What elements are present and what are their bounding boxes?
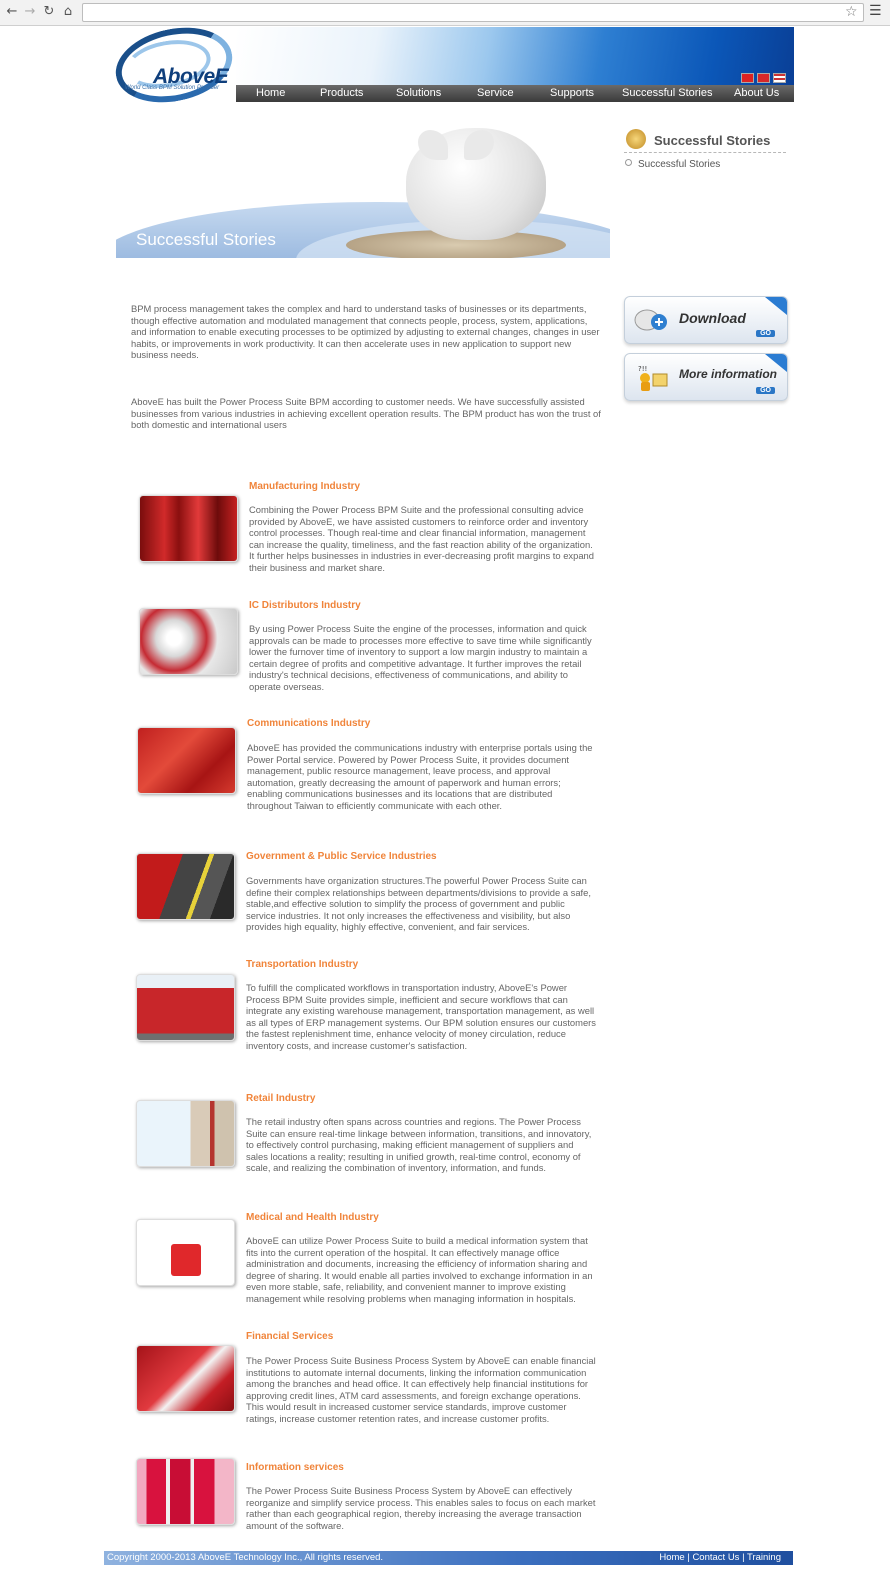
intro-paragraph-2: AboveE has built the Power Process Suite… bbox=[131, 396, 601, 430]
industry-text-transportation: To fulfill the complicated workflows in … bbox=[246, 982, 596, 1051]
download-disc-icon bbox=[634, 309, 667, 331]
retail-thumbnail bbox=[136, 1100, 235, 1167]
industry-title-retail[interactable]: Retail Industry bbox=[246, 1093, 315, 1104]
back-arrow-icon[interactable]: ← bbox=[4, 4, 20, 20]
sidebar-header: Successful Stories bbox=[624, 128, 786, 153]
industry-title-medical[interactable]: Medical and Health Industry bbox=[246, 1212, 379, 1223]
communications-thumbnail bbox=[137, 727, 236, 794]
forward-arrow-icon[interactable]: → bbox=[22, 4, 38, 20]
sidebar-title: Successful Stories bbox=[654, 133, 771, 148]
manufacturing-thumbnail bbox=[139, 495, 238, 562]
piggy-ear-left bbox=[418, 130, 448, 160]
home-icon[interactable]: ⌂ bbox=[60, 4, 76, 20]
sidebar-link-successful-stories[interactable]: Successful Stories bbox=[625, 159, 720, 170]
hamburger-menu-icon[interactable]: ☰ bbox=[869, 3, 882, 19]
person-question-icon: ?!! bbox=[638, 365, 668, 391]
sidebar-link-label: Successful Stories bbox=[638, 159, 721, 170]
bullet-icon bbox=[625, 159, 632, 166]
industry-text-government: Governments have organization structures… bbox=[246, 875, 591, 932]
industry-title-ic-distributors[interactable]: IC Distributors Industry bbox=[249, 600, 361, 611]
more-information-label: More information bbox=[679, 367, 777, 381]
industry-title-information-services[interactable]: Information services bbox=[246, 1462, 344, 1473]
nav-successful-stories[interactable]: Successful Stories bbox=[622, 85, 712, 102]
industry-text-communications: AboveE has provided the communications i… bbox=[247, 742, 593, 811]
financial-thumbnail bbox=[136, 1345, 235, 1412]
copyright-text: Copyright 2000-2013 AboveE Technology In… bbox=[107, 1552, 384, 1563]
industry-title-transportation[interactable]: Transportation Industry bbox=[246, 959, 358, 970]
information-services-thumbnail bbox=[136, 1458, 235, 1525]
red-bag-shape bbox=[171, 1244, 201, 1276]
piggy-ear-right bbox=[464, 130, 494, 160]
footer-links: Home | Contact Us | Training bbox=[659, 1552, 781, 1563]
flag-us-icon[interactable] bbox=[773, 73, 786, 83]
piggy-bank-image bbox=[406, 128, 546, 240]
flag-tw-icon[interactable] bbox=[741, 73, 754, 83]
main-nav: Home Products Solutions Service Supports… bbox=[236, 85, 794, 102]
svg-text:?!!: ?!! bbox=[638, 365, 647, 373]
language-flags bbox=[741, 73, 786, 83]
site-logo[interactable]: AboveE World Class BPM Solution Provider bbox=[108, 17, 240, 113]
more-information-button[interactable]: ?!! More information GO bbox=[624, 353, 788, 401]
download-label: Download bbox=[679, 310, 746, 326]
transportation-thumbnail bbox=[136, 974, 235, 1041]
industry-title-financial[interactable]: Financial Services bbox=[246, 1331, 333, 1342]
star-icon[interactable]: ☆ bbox=[845, 4, 858, 20]
government-thumbnail bbox=[136, 853, 235, 920]
browser-toolbar: ← → ↻ ⌂ ☆ ☰ bbox=[0, 0, 890, 26]
reload-icon[interactable]: ↻ bbox=[41, 4, 57, 20]
go-badge: GO bbox=[756, 387, 775, 394]
medical-thumbnail bbox=[136, 1219, 235, 1286]
footer-link-contact-us[interactable]: Contact Us bbox=[692, 1552, 739, 1563]
industry-title-government[interactable]: Government & Public Service Industries bbox=[246, 851, 437, 862]
footer-separator: | bbox=[742, 1552, 745, 1563]
industry-title-manufacturing[interactable]: Manufacturing Industry bbox=[249, 481, 360, 492]
footer-bar: Copyright 2000-2013 AboveE Technology In… bbox=[104, 1551, 793, 1565]
ic-distributors-thumbnail bbox=[139, 608, 238, 675]
coins-icon bbox=[626, 129, 646, 149]
industry-text-retail: The retail industry often spans across c… bbox=[246, 1116, 592, 1173]
address-bar[interactable] bbox=[82, 3, 864, 22]
nav-solutions[interactable]: Solutions bbox=[396, 85, 441, 102]
intro-paragraph-1: BPM process management takes the complex… bbox=[131, 303, 600, 360]
industry-text-manufacturing: Combining the Power Process BPM Suite an… bbox=[249, 504, 594, 573]
nav-products[interactable]: Products bbox=[320, 85, 363, 102]
hero-banner: Successful Stories bbox=[116, 122, 610, 258]
nav-supports[interactable]: Supports bbox=[550, 85, 594, 102]
footer-separator: | bbox=[687, 1552, 690, 1563]
industry-text-medical: AboveE can utilize Power Process Suite t… bbox=[246, 1235, 593, 1304]
footer-link-training[interactable]: Training bbox=[747, 1552, 781, 1563]
header-banner bbox=[236, 27, 794, 85]
footer-link-home[interactable]: Home bbox=[659, 1552, 684, 1563]
download-button[interactable]: Download GO bbox=[624, 296, 788, 344]
nav-about-us[interactable]: About Us bbox=[734, 85, 779, 102]
industry-text-ic-distributors: By using Power Process Suite the engine … bbox=[249, 623, 592, 692]
industry-title-communications[interactable]: Communications Industry bbox=[247, 718, 370, 729]
industry-text-information-services: The Power Process Suite Business Process… bbox=[246, 1485, 596, 1531]
flag-cn-icon[interactable] bbox=[757, 73, 770, 83]
go-badge: GO bbox=[756, 330, 775, 337]
nav-service[interactable]: Service bbox=[477, 85, 514, 102]
logo-tagline: World Class BPM Solution Provider bbox=[124, 85, 220, 91]
industry-text-financial: The Power Process Suite Business Process… bbox=[246, 1355, 596, 1424]
nav-home[interactable]: Home bbox=[256, 85, 285, 102]
corner-arrow-icon bbox=[765, 297, 787, 315]
hero-title: Successful Stories bbox=[136, 230, 276, 249]
